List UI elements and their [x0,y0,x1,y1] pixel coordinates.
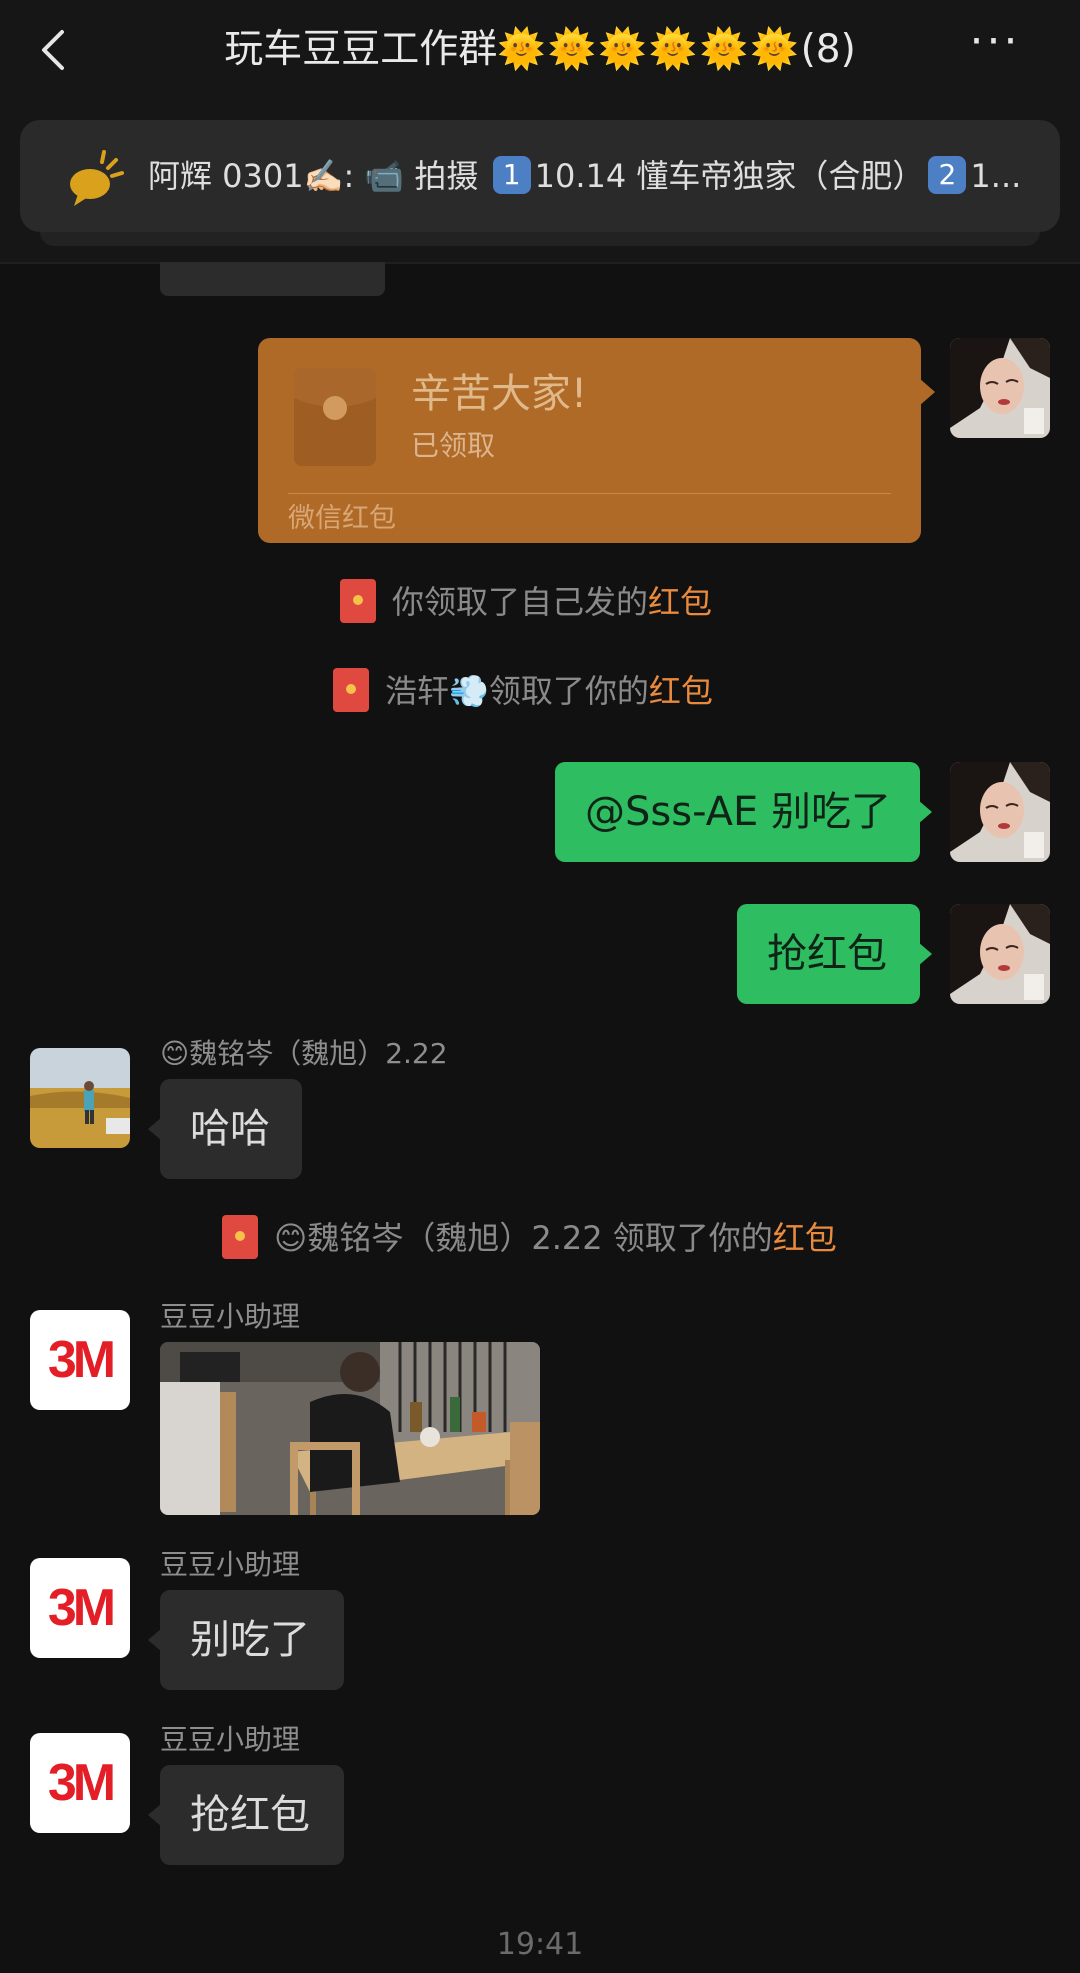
system-message-text: 浩轩💨领取了你的 [385,672,649,710]
red-packet-title: 辛苦大家! [411,371,588,417]
bot-avatar[interactable]: 3M [30,1310,130,1410]
member-count: (8) [800,27,856,72]
message-bubble[interactable]: 别吃了 [148,1590,344,1690]
image-message[interactable] [160,1342,540,1515]
red-packet-status: 已领取 [411,429,496,462]
sender-name: 豆豆小助理 [160,1300,301,1333]
previous-message-bubble[interactable] [160,262,385,296]
bot-avatar[interactable]: 3M [30,1733,130,1833]
system-message: 😊魏铭岑（魏旭）2.22 领取了你的红包 [222,1213,837,1263]
red-packet-link[interactable]: 红包 [649,672,713,710]
chevron-left-icon [42,30,64,70]
chat-title-emoji: 🌞🌞🌞🌞🌞🌞 [497,27,801,72]
red-packet-card[interactable]: 辛苦大家! 已领取 微信红包 [258,338,935,543]
message-text: 抢红包 [767,931,887,977]
red-packet-mini-icon [340,579,376,623]
announcement-icon [60,142,130,212]
back-button[interactable] [30,18,90,82]
bubble-tail [148,1803,162,1827]
bot-avatar[interactable]: 3M [30,1558,130,1658]
pinned-text-part: 10.14 懂车帝独家（合肥） [534,157,925,195]
bubble-tail [919,378,935,406]
logo-text: 3M [47,1331,116,1389]
pinned-text-part: 阿辉 0301✍🏻: 📹 拍摄 [148,157,489,195]
bubble-tail [918,942,932,966]
sender-name: 豆豆小助理 [160,1548,301,1581]
system-message-text: 你领取了自己发的 [392,583,649,621]
red-packet-link[interactable]: 红包 [773,1219,837,1257]
system-message-text: 😊魏铭岑（魏旭）2.22 领取了你的 [274,1219,773,1257]
3m-logo: 3M [30,1558,130,1658]
message-bubble[interactable]: 哈哈 [148,1079,302,1179]
message-bubble[interactable]: 抢红包 [148,1765,344,1865]
my-avatar[interactable] [950,338,1050,438]
logo-text: 3M [47,1754,116,1812]
3m-logo: 3M [30,1733,130,1833]
bubble-tail [148,1117,162,1141]
system-message: 你领取了自己发的红包 [340,577,712,627]
pinned-text-part: 1... [970,157,1022,195]
red-packet-divider [288,493,891,494]
my-message-bubble[interactable]: @Sss-AE 别吃了 [555,762,932,862]
number-badge-2: 2 [928,156,967,194]
red-packet-mini-icon [333,668,369,712]
sender-name: 豆豆小助理 [160,1723,301,1756]
red-packet-mini-icon [222,1215,258,1259]
message-text: 抢红包 [190,1792,310,1838]
red-packet-link[interactable]: 红包 [648,583,712,621]
pinned-text: 阿辉 0301✍🏻: 📹 拍摄 1 10.14 懂车帝独家（合肥） 2 1... [148,144,1038,208]
message-text: 别吃了 [190,1617,310,1663]
message-text: @Sss-AE 别吃了 [585,789,891,835]
red-packet-footer: 微信红包 [288,503,396,534]
my-avatar[interactable] [950,762,1050,862]
chat-title-text: 玩车豆豆工作群 [224,27,498,72]
red-packet-icon [294,368,376,466]
sender-name: 😊魏铭岑（魏旭）2.22 [160,1037,448,1070]
number-badge-1: 1 [492,156,531,194]
sender-avatar[interactable] [30,1048,130,1148]
my-message-bubble[interactable]: 抢红包 [737,904,932,1004]
my-avatar[interactable] [950,904,1050,1004]
system-message: 浩轩💨领取了你的红包 [333,666,713,716]
chat-header: 玩车豆豆工作群🌞🌞🌞🌞🌞🌞(8) ··· 阿辉 0301✍🏻: 📹 拍摄 1 10… [0,0,1080,262]
bubble-tail [148,1628,162,1652]
chat-title: 玩车豆豆工作群🌞🌞🌞🌞🌞🌞(8) [150,18,930,82]
timestamp: 19:41 [496,1927,584,1962]
3m-logo: 3M [30,1310,130,1410]
more-button[interactable]: ··· [950,20,1040,70]
message-text: 哈哈 [190,1106,270,1152]
pinned-announcement[interactable]: 阿辉 0301✍🏻: 📹 拍摄 1 10.14 懂车帝独家（合肥） 2 1... [20,120,1060,232]
logo-text: 3M [47,1579,116,1637]
bubble-tail [918,800,932,824]
